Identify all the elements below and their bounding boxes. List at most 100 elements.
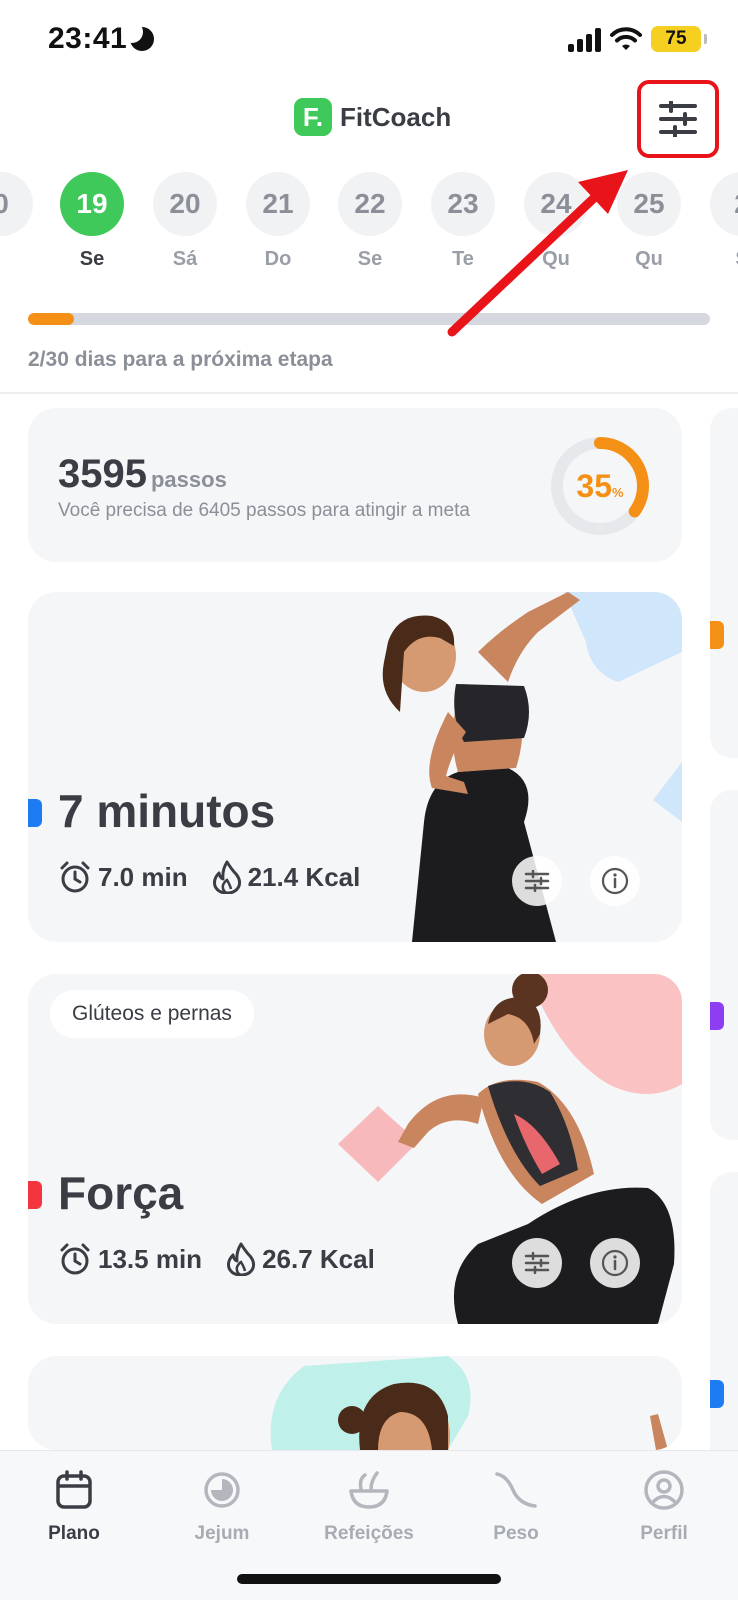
flame-icon xyxy=(212,860,241,894)
alarm-clock-icon xyxy=(60,861,90,893)
workout-info-button[interactable] xyxy=(590,1238,640,1288)
date-item[interactable]: 2 S xyxy=(709,172,738,271)
info-icon xyxy=(601,867,629,895)
duration: 13.5 min xyxy=(58,1242,202,1276)
workout-info-button[interactable] xyxy=(590,856,640,906)
weight-curve-icon xyxy=(456,1465,576,1515)
stage-progress-fill xyxy=(28,313,74,325)
tab-label: Refeições xyxy=(324,1523,414,1544)
info-icon xyxy=(601,1249,629,1277)
tab-perfil[interactable]: Perfil xyxy=(604,1465,724,1545)
date-number: 24 xyxy=(524,172,588,236)
stage-progress-bar xyxy=(28,313,710,325)
next-card-peek[interactable] xyxy=(710,790,738,1140)
workout-settings-button[interactable] xyxy=(512,1238,562,1288)
date-weekday: Te xyxy=(452,248,474,270)
do-not-disturb-moon-icon xyxy=(121,21,154,51)
workout-title: 7 minutos xyxy=(58,785,276,837)
tab-peso[interactable]: Peso xyxy=(456,1465,576,1545)
workout-meta: 13.5 min 26.7 Kcal xyxy=(58,1242,389,1276)
home-indicator xyxy=(237,1574,501,1584)
status-time: 23:41 xyxy=(48,22,128,55)
workout-meta: 7.0 min 21.4 Kcal xyxy=(58,860,374,894)
next-card-peek[interactable] xyxy=(710,408,738,758)
date-item[interactable]: 24 Qu xyxy=(523,172,589,271)
date-weekday: Se xyxy=(357,248,383,270)
alarm-clock-icon xyxy=(60,1243,90,1275)
duration: 7.0 min xyxy=(58,860,188,894)
flame-icon xyxy=(227,1242,256,1276)
calendar-icon xyxy=(14,1465,134,1515)
card-accent xyxy=(710,621,724,649)
tab-refeicoes[interactable]: Refeições xyxy=(309,1465,429,1545)
calories: 26.7 Kcal xyxy=(226,1242,375,1276)
steps-count: 3595 xyxy=(58,452,147,496)
date-item[interactable]: 0 xyxy=(0,172,34,248)
status-bar: 23:41 75 xyxy=(0,0,738,80)
workout-title: Força xyxy=(58,1167,184,1219)
steps-goal-note: Você precisa de 6405 passos para atingir… xyxy=(58,500,470,521)
sliders-icon xyxy=(524,870,550,892)
cellular-signal-icon xyxy=(568,28,604,52)
calories: 21.4 Kcal xyxy=(212,860,361,894)
app-name: FitCoach xyxy=(340,101,452,132)
date-item-selected[interactable]: 19 Se xyxy=(59,172,125,271)
meal-bowl-icon xyxy=(309,1465,429,1515)
date-number: 19 xyxy=(60,172,124,236)
sliders-icon xyxy=(659,101,697,137)
date-item[interactable]: 21 Do xyxy=(245,172,311,271)
date-weekday: S xyxy=(709,248,738,271)
workout-card-3[interactable] xyxy=(28,1356,682,1450)
date-item[interactable]: 25 Qu xyxy=(616,172,682,271)
battery-level: 75 xyxy=(651,26,707,52)
fasting-icon xyxy=(162,1465,282,1515)
app-header: F. FitCoach xyxy=(0,80,738,160)
profile-icon xyxy=(604,1465,724,1515)
woman-illustration xyxy=(270,1356,668,1450)
card-accent xyxy=(710,1002,724,1030)
tab-label: Jejum xyxy=(194,1523,250,1544)
sliders-icon xyxy=(524,1252,550,1274)
date-strip: 0 19 Se 20 Sá 21 Do 22 Se 23 Te 24 Qu 25… xyxy=(0,172,738,282)
date-item[interactable]: 22 Se xyxy=(337,172,403,271)
date-weekday: Qu xyxy=(542,248,570,270)
calories-value: 26.7 Kcal xyxy=(262,1243,375,1274)
tab-plano[interactable]: Plano xyxy=(14,1465,134,1545)
next-card-peek[interactable] xyxy=(710,1172,738,1472)
logo-mark: F. xyxy=(294,98,332,136)
workout-card-strength[interactable]: Glúteos e pernas Força 13.5 min 26.7 Kca… xyxy=(28,974,682,1324)
date-weekday: Se xyxy=(79,248,105,270)
tab-label: Peso xyxy=(493,1523,539,1544)
muscle-group-chip[interactable]: Glúteos e pernas xyxy=(50,990,254,1038)
date-number: 0 xyxy=(0,172,33,236)
date-number: 21 xyxy=(246,172,310,236)
duration-value: 7.0 min xyxy=(98,861,188,892)
calories-value: 21.4 Kcal xyxy=(247,861,361,892)
date-number: 22 xyxy=(338,172,402,236)
workout-settings-button[interactable] xyxy=(512,856,562,906)
settings-sliders-button[interactable] xyxy=(637,80,719,158)
steps-percent-value: 35 xyxy=(576,468,613,504)
app-logo: F. FitCoach xyxy=(294,97,451,137)
card-accent xyxy=(28,1181,42,1209)
date-number: 25 xyxy=(617,172,681,236)
tab-label: Plano xyxy=(48,1523,100,1544)
duration-value: 13.5 min xyxy=(98,1243,203,1274)
tab-jejum[interactable]: Jejum xyxy=(162,1465,282,1545)
date-item[interactable]: 23 Te xyxy=(430,172,496,271)
date-number: 20 xyxy=(153,172,217,236)
stage-progress-text: 2/30 dias para a próxima etapa xyxy=(28,348,333,371)
card-accent xyxy=(710,1380,724,1408)
tab-label: Perfil xyxy=(640,1523,688,1544)
card-accent xyxy=(28,799,42,827)
steps-unit: passos xyxy=(150,467,227,492)
date-number: 2 xyxy=(710,172,738,236)
wifi-icon xyxy=(610,27,642,50)
percent-sign: % xyxy=(612,485,624,500)
steps-card[interactable]: 3595 passos Você precisa de 6405 passos p… xyxy=(28,408,682,562)
date-item[interactable]: 20 Sá xyxy=(152,172,218,271)
date-weekday: Qu xyxy=(635,248,663,270)
workout-card-7-minutes[interactable]: 7 minutos 7.0 min 21.4 Kcal xyxy=(28,592,682,942)
divider xyxy=(0,392,738,394)
date-weekday: Do xyxy=(264,248,292,270)
